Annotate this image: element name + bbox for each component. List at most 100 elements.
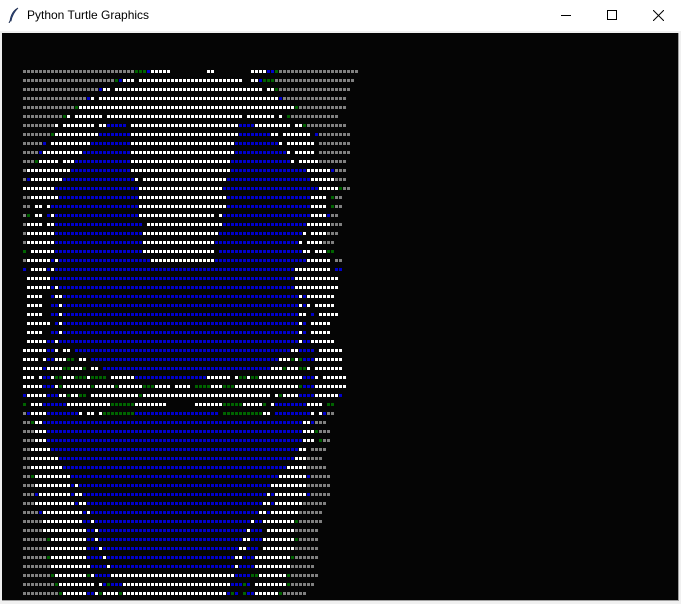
turtle-stamp bbox=[59, 367, 62, 370]
turtle-stamp bbox=[267, 286, 270, 289]
turtle-stamp bbox=[47, 250, 50, 253]
turtle-stamp bbox=[75, 439, 78, 442]
turtle-stamp bbox=[255, 232, 258, 235]
turtle-stamp bbox=[167, 484, 170, 487]
turtle-stamp bbox=[91, 421, 94, 424]
turtle-stamp bbox=[255, 457, 258, 460]
turtle-stamp bbox=[187, 160, 190, 163]
minimize-button[interactable] bbox=[543, 0, 589, 30]
turtle-stamp bbox=[195, 178, 198, 181]
turtle-stamp bbox=[279, 592, 282, 595]
turtle-stamp bbox=[131, 547, 134, 550]
turtle-stamp bbox=[259, 394, 262, 397]
turtle-stamp bbox=[279, 484, 282, 487]
turtle-stamp bbox=[79, 142, 82, 145]
turtle-stamp bbox=[211, 241, 214, 244]
turtle-stamp bbox=[187, 412, 190, 415]
turtle-stamp bbox=[39, 520, 42, 523]
turtle-stamp bbox=[119, 187, 122, 190]
turtle-stamp bbox=[111, 367, 114, 370]
title-bar[interactable]: Python Turtle Graphics bbox=[0, 0, 681, 31]
turtle-stamp bbox=[175, 475, 178, 478]
turtle-stamp bbox=[179, 448, 182, 451]
turtle-stamp bbox=[151, 439, 154, 442]
turtle-stamp bbox=[191, 124, 194, 127]
turtle-stamp bbox=[291, 538, 294, 541]
turtle-stamp bbox=[311, 457, 314, 460]
turtle-stamp bbox=[131, 403, 134, 406]
turtle-stamp bbox=[331, 367, 334, 370]
turtle-stamp bbox=[95, 556, 98, 559]
turtle-stamp bbox=[151, 286, 154, 289]
turtle-stamp bbox=[83, 232, 86, 235]
turtle-stamp bbox=[63, 250, 66, 253]
turtle-stamp bbox=[155, 592, 158, 595]
turtle-stamp bbox=[291, 547, 294, 550]
turtle-stamp bbox=[311, 160, 314, 163]
turtle-stamp bbox=[275, 70, 278, 73]
turtle-stamp bbox=[175, 322, 178, 325]
turtle-stamp bbox=[331, 205, 334, 208]
turtle-stamp bbox=[255, 313, 258, 316]
turtle-stamp bbox=[303, 115, 306, 118]
turtle-stamp bbox=[111, 196, 114, 199]
turtle-stamp bbox=[219, 376, 222, 379]
turtle-stamp bbox=[303, 106, 306, 109]
maximize-button[interactable] bbox=[589, 0, 635, 30]
turtle-stamp bbox=[55, 448, 58, 451]
turtle-canvas[interactable] bbox=[2, 33, 679, 601]
turtle-stamp bbox=[299, 547, 302, 550]
turtle-stamp bbox=[35, 511, 38, 514]
turtle-stamp bbox=[271, 286, 274, 289]
turtle-stamp bbox=[207, 277, 210, 280]
turtle-stamp bbox=[171, 430, 174, 433]
turtle-stamp bbox=[23, 376, 26, 379]
turtle-stamp bbox=[115, 529, 118, 532]
turtle-stamp bbox=[255, 106, 258, 109]
turtle-stamp bbox=[187, 430, 190, 433]
turtle-stamp bbox=[115, 394, 118, 397]
turtle-stamp bbox=[271, 115, 274, 118]
turtle-stamp bbox=[211, 142, 214, 145]
turtle-stamp bbox=[239, 268, 242, 271]
turtle-stamp bbox=[23, 79, 26, 82]
turtle-stamp bbox=[35, 529, 38, 532]
turtle-stamp bbox=[279, 268, 282, 271]
turtle-stamp bbox=[227, 556, 230, 559]
turtle-stamp bbox=[67, 259, 70, 262]
turtle-stamp bbox=[287, 97, 290, 100]
turtle-stamp bbox=[87, 376, 90, 379]
turtle-stamp bbox=[231, 214, 234, 217]
turtle-stamp bbox=[87, 556, 90, 559]
turtle-stamp bbox=[31, 133, 34, 136]
close-button[interactable] bbox=[635, 0, 681, 30]
turtle-stamp bbox=[203, 565, 206, 568]
turtle-stamp bbox=[303, 322, 306, 325]
turtle-stamp bbox=[79, 268, 82, 271]
turtle-stamp bbox=[35, 394, 38, 397]
turtle-stamp bbox=[295, 448, 298, 451]
turtle-stamp bbox=[235, 79, 238, 82]
turtle-stamp bbox=[55, 142, 58, 145]
turtle-stamp bbox=[183, 97, 186, 100]
turtle-stamp bbox=[63, 466, 66, 469]
turtle-stamp bbox=[199, 250, 202, 253]
turtle-stamp bbox=[231, 142, 234, 145]
turtle-stamp bbox=[139, 592, 142, 595]
turtle-stamp bbox=[23, 70, 26, 73]
turtle-stamp bbox=[203, 259, 206, 262]
turtle-stamp bbox=[259, 439, 262, 442]
turtle-stamp bbox=[247, 394, 250, 397]
turtle-stamp bbox=[127, 205, 130, 208]
turtle-stamp bbox=[75, 313, 78, 316]
turtle-stamp bbox=[215, 403, 218, 406]
turtle-stamp bbox=[287, 376, 290, 379]
turtle-stamp bbox=[51, 133, 54, 136]
turtle-stamp bbox=[283, 277, 286, 280]
turtle-stamp bbox=[111, 241, 114, 244]
turtle-stamp bbox=[191, 115, 194, 118]
turtle-stamp bbox=[283, 547, 286, 550]
turtle-stamp bbox=[111, 421, 114, 424]
turtle-stamp bbox=[279, 295, 282, 298]
turtle-stamp bbox=[283, 340, 286, 343]
